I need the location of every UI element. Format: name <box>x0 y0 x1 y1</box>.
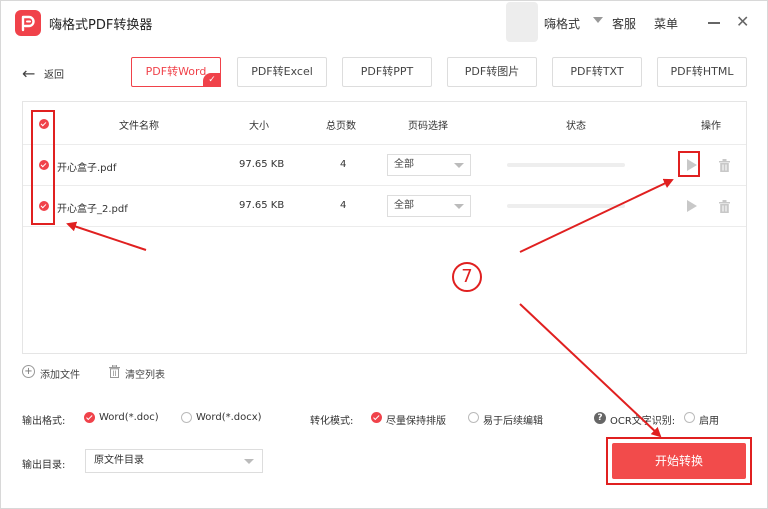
title-bar: 嗨格式PDF转换器 嗨格式 客服 菜单 ✕ <box>0 0 768 46</box>
file-name: 开心盒子_2.pdf <box>57 204 128 215</box>
format-option-doc[interactable]: Word(*.doc) <box>99 412 159 423</box>
header-actions: 操作 <box>701 121 721 132</box>
app-title: 嗨格式PDF转换器 <box>49 18 153 33</box>
convert-mode-label: 转化模式: <box>310 416 354 427</box>
user-avatar[interactable] <box>506 2 538 42</box>
step-number-badge: 7 <box>452 262 482 292</box>
tab-label: PDF转图片 <box>464 65 520 78</box>
tab-pdf-to-ppt[interactable]: PDF转PPT <box>342 57 432 87</box>
app-logo-icon <box>15 10 41 36</box>
trash-icon[interactable] <box>719 159 730 172</box>
page-range-value: 全部 <box>394 200 414 211</box>
file-size: 97.65 KB <box>239 200 285 211</box>
username[interactable]: 嗨格式 <box>544 15 580 32</box>
tab-label: PDF转PPT <box>360 65 414 78</box>
add-icon[interactable]: + <box>22 365 35 378</box>
trash-icon[interactable] <box>719 200 730 213</box>
tab-label: PDF转HTML <box>670 65 734 78</box>
tab-label: PDF转Word <box>145 65 207 78</box>
file-name: 开心盒子.pdf <box>57 163 117 174</box>
output-dir-label: 输出目录: <box>22 460 66 471</box>
output-dir-select[interactable]: 原文件目录 <box>85 449 263 473</box>
menu-link[interactable]: 菜单 <box>654 15 678 32</box>
radio-easy-edit[interactable] <box>468 412 479 423</box>
header-status: 状态 <box>566 121 586 132</box>
check-icon: ✓ <box>203 73 221 87</box>
checkbox-highlight-box <box>31 110 55 225</box>
tab-label: PDF转TXT <box>570 65 624 78</box>
tab-pdf-to-html[interactable]: PDF转HTML <box>657 57 747 87</box>
file-size: 97.65 KB <box>239 159 285 170</box>
ocr-label: OCR文字识别: <box>610 416 676 427</box>
tab-pdf-to-image[interactable]: PDF转图片 <box>447 57 537 87</box>
file-table: 文件名称 大小 总页数 页码选择 状态 操作 开心盒子.pdf 97.65 KB… <box>22 101 747 354</box>
ocr-option-enable[interactable]: 启用 <box>699 412 719 427</box>
output-dir-value: 原文件目录 <box>94 455 144 466</box>
customer-service-link[interactable]: 客服 <box>612 15 636 32</box>
header-page-select: 页码选择 <box>408 121 448 132</box>
radio-ocr-enable[interactable] <box>684 412 695 423</box>
progress-bar <box>507 163 625 167</box>
chevron-down-icon[interactable] <box>593 17 603 23</box>
mode-option-easy-edit[interactable]: 易于后续编辑 <box>483 412 543 427</box>
clear-list-button[interactable]: 清空列表 <box>125 366 165 381</box>
back-arrow-icon[interactable]: ← <box>22 64 35 83</box>
start-convert-button[interactable]: 开始转换 <box>612 443 746 479</box>
chevron-down-icon <box>454 163 464 168</box>
tab-pdf-to-txt[interactable]: PDF转TXT <box>552 57 642 87</box>
table-header: 文件名称 大小 总页数 页码选择 状态 操作 <box>23 102 746 145</box>
header-pages: 总页数 <box>326 121 356 132</box>
table-row: 开心盒子_2.pdf 97.65 KB 4 全部 <box>23 186 746 227</box>
trash-icon[interactable] <box>109 365 120 378</box>
help-icon[interactable]: ? <box>594 412 606 424</box>
page-range-value: 全部 <box>394 159 414 170</box>
header-size: 大小 <box>249 121 269 132</box>
add-file-button[interactable]: 添加文件 <box>40 366 80 381</box>
play-button-highlight-box <box>678 151 700 177</box>
chevron-down-icon <box>454 204 464 209</box>
page-count: 4 <box>340 159 347 170</box>
radio-keep-layout[interactable] <box>371 412 382 423</box>
page-count: 4 <box>340 200 347 211</box>
play-icon[interactable] <box>687 200 697 212</box>
minimize-icon[interactable] <box>708 22 720 24</box>
page-range-select[interactable]: 全部 <box>387 195 471 217</box>
radio-docx[interactable] <box>181 412 192 423</box>
tab-pdf-to-excel[interactable]: PDF转Excel <box>237 57 327 87</box>
table-row: 开心盒子.pdf 97.65 KB 4 全部 <box>23 145 746 186</box>
page-range-select[interactable]: 全部 <box>387 154 471 176</box>
mode-option-keep-layout[interactable]: 尽量保持排版 <box>386 412 446 427</box>
tab-label: PDF转Excel <box>251 65 313 78</box>
radio-doc[interactable] <box>84 412 95 423</box>
progress-bar <box>507 204 625 208</box>
output-format-label: 输出格式: <box>22 416 66 427</box>
tab-pdf-to-word[interactable]: PDF转Word ✓ <box>131 57 221 87</box>
format-option-docx[interactable]: Word(*.docx) <box>196 412 262 423</box>
close-icon[interactable]: ✕ <box>736 12 749 31</box>
back-button[interactable]: 返回 <box>44 66 64 81</box>
header-file-name: 文件名称 <box>119 121 159 132</box>
chevron-down-icon <box>244 459 254 464</box>
